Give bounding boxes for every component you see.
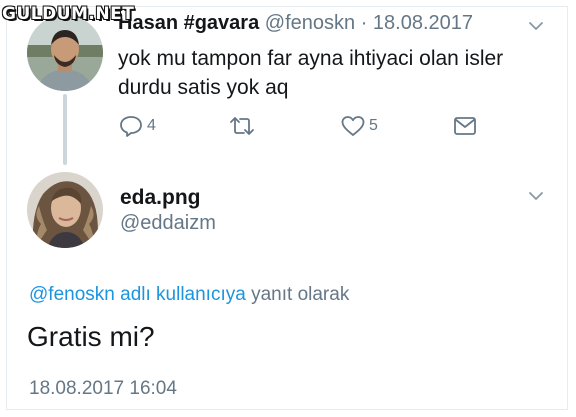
- like-button[interactable]: 5: [340, 114, 378, 138]
- chevron-down-icon[interactable]: [526, 16, 546, 36]
- user-handle[interactable]: @eddaizm: [120, 212, 216, 235]
- message-button[interactable]: [452, 114, 478, 138]
- replying-to: @fenoskn adlı kullanıcıya yanıt olarak: [29, 284, 349, 306]
- watermark-logo: GULDUM.NET: [2, 4, 135, 24]
- display-name[interactable]: Hasan #gavara: [118, 12, 259, 34]
- user-handle[interactable]: @fenoskn: [265, 12, 355, 34]
- reply-user-link[interactable]: adlı kullanıcıya: [120, 284, 246, 305]
- tweet-timestamp[interactable]: 18.08.2017 16:04: [29, 378, 177, 400]
- tweet2-text: Gratis mi?: [27, 321, 155, 352]
- reply-button[interactable]: 4: [118, 114, 156, 138]
- like-icon: [341, 116, 365, 136]
- separator-dot: ·: [360, 12, 368, 34]
- retweet-icon: [230, 117, 254, 135]
- reply-count: 4: [147, 117, 156, 134]
- reply-suffix: yanıt olarak: [251, 284, 350, 305]
- reply-mention-link[interactable]: @fenoskn: [29, 284, 115, 305]
- tweet1-header: Hasan #gavara @fenoskn · 18.08.2017: [118, 12, 473, 35]
- tweet1-text: yok mu tampon far ayna ihtiyaci olan isl…: [118, 47, 504, 99]
- avatar-eda[interactable]: [27, 172, 103, 248]
- tweet-date[interactable]: 18.08.2017: [373, 12, 473, 34]
- chevron-down-icon[interactable]: [526, 186, 546, 206]
- reply-icon: [120, 116, 142, 137]
- thread-connector-line: [63, 94, 67, 165]
- retweet-button[interactable]: [228, 114, 256, 138]
- like-count: 5: [369, 117, 378, 134]
- display-name[interactable]: eda.png: [120, 186, 201, 210]
- avatar-hasan[interactable]: [27, 15, 103, 91]
- message-icon: [454, 117, 476, 135]
